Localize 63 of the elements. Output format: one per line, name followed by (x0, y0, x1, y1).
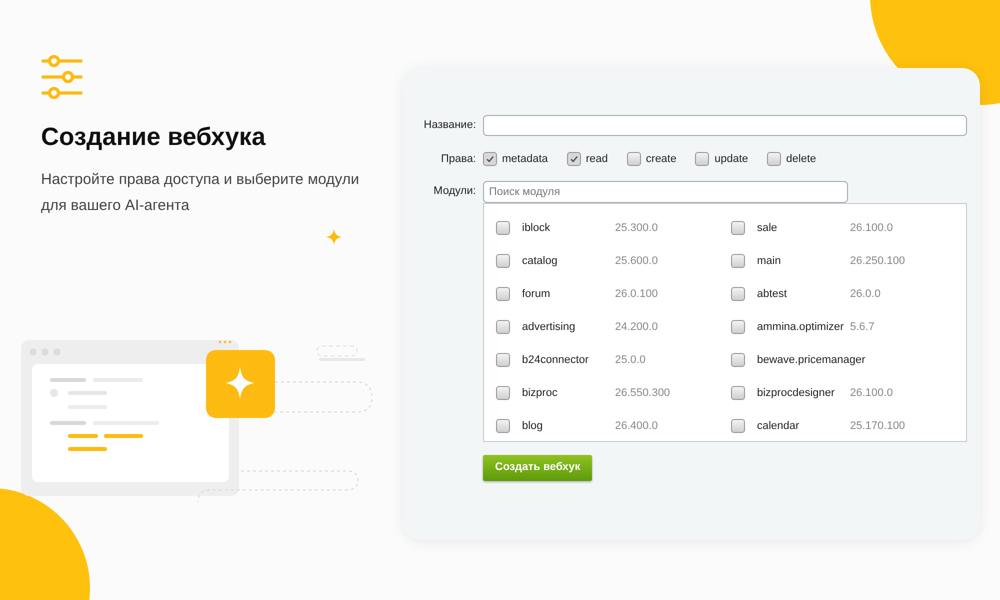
checkbox[interactable] (731, 320, 745, 334)
checkbox[interactable] (483, 152, 497, 166)
module-version: 5.6.7 (850, 320, 874, 335)
module-version: 25.170.100 (850, 418, 906, 434)
module-name: catalog (522, 254, 558, 269)
checkbox[interactable] (626, 152, 641, 166)
module-name: forum (522, 286, 552, 302)
module-version: 26.550.300 (615, 386, 670, 401)
module-name: advertising (522, 320, 576, 335)
checkbox[interactable] (496, 287, 510, 301)
module-name: main (757, 254, 782, 269)
search-field[interactable]: Поиск модуля (483, 180, 848, 202)
module-version: 26.250.100 (850, 254, 906, 269)
checkbox[interactable] (731, 353, 745, 367)
module-version: 26.400.0 (615, 418, 658, 434)
checkbox[interactable] (731, 221, 745, 235)
module-name: bizproc (522, 386, 558, 401)
checkbox[interactable] (695, 152, 710, 166)
module-version: 25.300.0 (615, 220, 658, 236)
module-name: calendar (757, 418, 800, 434)
checkbox[interactable] (496, 221, 510, 235)
checkbox[interactable] (496, 419, 510, 433)
module-name: blog (522, 418, 544, 434)
module-version: 26.100.0 (850, 386, 893, 401)
sliders-icon (41, 55, 83, 99)
field-label: Название: (422, 118, 476, 134)
module-version: 25.0.0 (615, 352, 646, 368)
checkbox[interactable] (496, 320, 510, 334)
check-icon (568, 154, 579, 164)
module-name: abtest (757, 286, 788, 302)
name-field[interactable] (483, 115, 967, 136)
checkbox-label: read (586, 152, 608, 167)
field-label: Права: (440, 152, 476, 167)
checkbox[interactable] (496, 353, 510, 367)
checkbox-label: metadata (502, 152, 548, 167)
sparkle-icon (326, 228, 342, 244)
checkbox[interactable] (731, 254, 745, 268)
page-subtitle: Настройте права доступа и выберите модули для вашего AI-агента (41, 170, 360, 216)
field-label: Модули: (432, 184, 476, 200)
module-name: bewave.pricemanager (757, 352, 866, 368)
checkbox[interactable] (767, 152, 782, 166)
module-name: sale (757, 220, 778, 236)
checkbox-label: create (646, 152, 676, 167)
module-name: iblock (522, 220, 552, 236)
checkbox-label: delete (786, 152, 816, 167)
module-version: 26.0.100 (615, 286, 658, 302)
module-version: 24.200.0 (615, 320, 658, 335)
checkbox[interactable] (731, 386, 745, 400)
checkbox[interactable] (566, 152, 581, 166)
page-title: Создание вебхука (41, 122, 267, 153)
checkbox[interactable] (731, 287, 745, 301)
checkbox-label: update (714, 152, 748, 167)
module-version: 25.600.0 (615, 254, 658, 269)
module-version: 26.100.0 (850, 220, 893, 236)
checkbox[interactable] (731, 419, 745, 433)
create-webhook-button[interactable]: Создать вебхук (483, 454, 592, 480)
check-icon (485, 154, 495, 164)
module-version: 26.0.0 (850, 286, 881, 302)
checkbox[interactable] (496, 386, 510, 400)
module-name: bizprocdesigner (757, 386, 836, 401)
module-name: b24connector (522, 352, 590, 368)
checkbox[interactable] (496, 254, 510, 268)
module-name: ammina.optimizer (757, 320, 845, 335)
